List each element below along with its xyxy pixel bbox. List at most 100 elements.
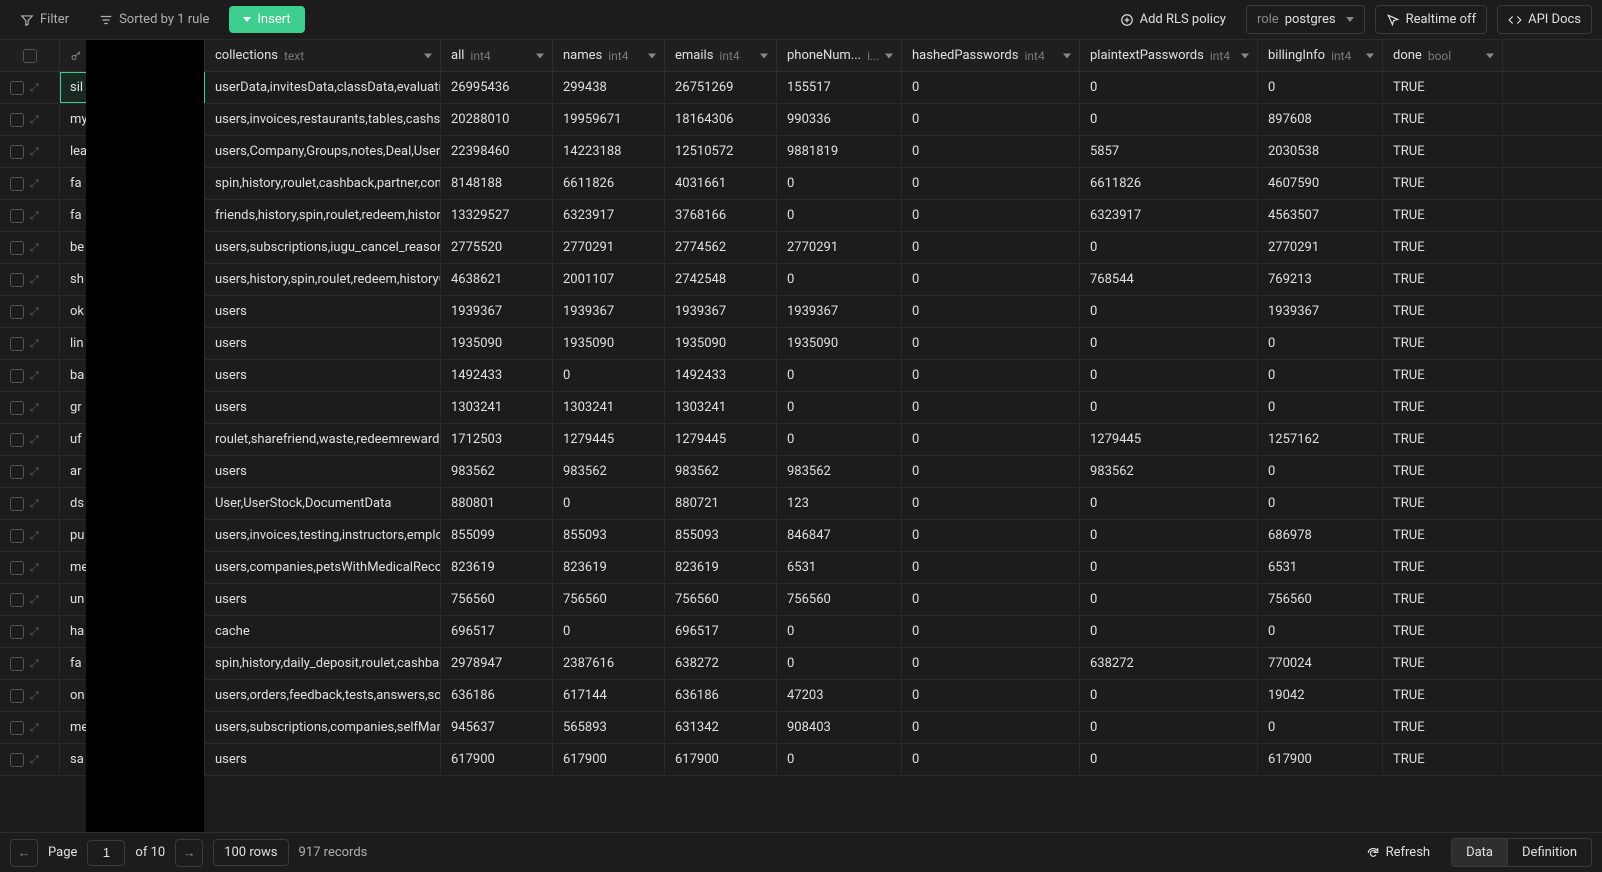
cell-phone[interactable]: 0 xyxy=(777,392,902,423)
cell-billing[interactable]: 897608 xyxy=(1258,104,1383,135)
cell-names[interactable]: 983562 xyxy=(553,456,665,487)
header-done[interactable]: donebool xyxy=(1383,40,1503,71)
cell-billing[interactable]: 2770291 xyxy=(1258,232,1383,263)
cell-plain[interactable]: 0 xyxy=(1080,744,1258,775)
cell-billing[interactable]: 1257162 xyxy=(1258,424,1383,455)
cell-hashed[interactable]: 0 xyxy=(902,488,1080,519)
row-checkbox[interactable]: ⤢ xyxy=(0,616,60,647)
cell-done[interactable]: TRUE xyxy=(1383,552,1503,583)
cell-done[interactable]: TRUE xyxy=(1383,72,1503,103)
prev-page-button[interactable]: ← xyxy=(10,839,38,867)
expand-icon[interactable]: ⤢ xyxy=(30,561,39,575)
cell-hashed[interactable]: 0 xyxy=(902,456,1080,487)
cell-billing[interactable]: 0 xyxy=(1258,456,1383,487)
table-row[interactable]: ⤢faspin,history,daily_deposit,roulet,cas… xyxy=(0,648,1602,680)
expand-icon[interactable]: ⤢ xyxy=(30,625,39,639)
cell-collections[interactable]: spin,history,roulet,cashback,partner,con… xyxy=(205,168,441,199)
row-checkbox[interactable]: ⤢ xyxy=(0,712,60,743)
expand-icon[interactable]: ⤢ xyxy=(30,305,39,319)
row-checkbox[interactable]: ⤢ xyxy=(0,744,60,775)
cell-collections[interactable]: users,invoices,testing,instructors,emplo… xyxy=(205,520,441,551)
cell-billing[interactable]: 4563507 xyxy=(1258,200,1383,231)
cell-all[interactable]: 1939367 xyxy=(441,296,553,327)
rows-per-page-button[interactable]: 100 rows xyxy=(213,839,288,866)
cell-done[interactable]: TRUE xyxy=(1383,488,1503,519)
cell-hashed[interactable]: 0 xyxy=(902,424,1080,455)
cell-phone[interactable]: 123 xyxy=(777,488,902,519)
row-checkbox[interactable]: ⤢ xyxy=(0,232,60,263)
expand-icon[interactable]: ⤢ xyxy=(30,689,39,703)
cell-phone[interactable]: 6531 xyxy=(777,552,902,583)
cell-all[interactable]: 8148188 xyxy=(441,168,553,199)
cell-hashed[interactable]: 0 xyxy=(902,712,1080,743)
cell-done[interactable]: TRUE xyxy=(1383,392,1503,423)
cell-billing[interactable]: 0 xyxy=(1258,72,1383,103)
expand-icon[interactable]: ⤢ xyxy=(30,209,39,223)
expand-icon[interactable]: ⤢ xyxy=(30,177,39,191)
row-checkbox[interactable]: ⤢ xyxy=(0,296,60,327)
cell-plain[interactable]: 0 xyxy=(1080,488,1258,519)
cell-hashed[interactable]: 0 xyxy=(902,584,1080,615)
cell-done[interactable]: TRUE xyxy=(1383,168,1503,199)
row-checkbox[interactable]: ⤢ xyxy=(0,104,60,135)
cell-phone[interactable]: 1939367 xyxy=(777,296,902,327)
cell-hashed[interactable]: 0 xyxy=(902,264,1080,295)
cell-names[interactable]: 0 xyxy=(553,360,665,391)
row-checkbox[interactable]: ⤢ xyxy=(0,488,60,519)
cell-emails[interactable]: 1303241 xyxy=(665,392,777,423)
cell-emails[interactable]: 880721 xyxy=(665,488,777,519)
row-checkbox[interactable]: ⤢ xyxy=(0,584,60,615)
cell-hashed[interactable]: 0 xyxy=(902,104,1080,135)
cell-all[interactable]: 2775520 xyxy=(441,232,553,263)
table-row[interactable]: ⤢leausers,Company,Groups,notes,Deal,User… xyxy=(0,136,1602,168)
cell-plain[interactable]: 0 xyxy=(1080,712,1258,743)
cell-all[interactable]: 13329527 xyxy=(441,200,553,231)
table-row[interactable]: ⤢dsUser,UserStock,DocumentData8808010880… xyxy=(0,488,1602,520)
cell-all[interactable]: 983562 xyxy=(441,456,553,487)
table-row[interactable]: ⤢faspin,history,roulet,cashback,partner,… xyxy=(0,168,1602,200)
cell-phone[interactable]: 0 xyxy=(777,616,902,647)
expand-icon[interactable]: ⤢ xyxy=(30,273,39,287)
cell-phone[interactable]: 0 xyxy=(777,744,902,775)
cell-hashed[interactable]: 0 xyxy=(902,232,1080,263)
row-checkbox[interactable]: ⤢ xyxy=(0,392,60,423)
row-checkbox[interactable]: ⤢ xyxy=(0,328,60,359)
cell-collections[interactable]: spin,history,daily_deposit,roulet,cashba… xyxy=(205,648,441,679)
table-row[interactable]: ⤢hacache69651706965170000TRUE xyxy=(0,616,1602,648)
cell-names[interactable]: 617900 xyxy=(553,744,665,775)
role-dropdown[interactable]: role postgres xyxy=(1246,5,1365,34)
header-collections[interactable]: collectionstext xyxy=(205,40,441,71)
table-row[interactable]: ⤢unusers75656075656075656075656000756560… xyxy=(0,584,1602,616)
row-checkbox[interactable]: ⤢ xyxy=(0,648,60,679)
cell-phone[interactable]: 1935090 xyxy=(777,328,902,359)
row-checkbox[interactable]: ⤢ xyxy=(0,168,60,199)
cell-names[interactable]: 565893 xyxy=(553,712,665,743)
cell-done[interactable]: TRUE xyxy=(1383,360,1503,391)
cell-plain[interactable]: 0 xyxy=(1080,584,1258,615)
row-checkbox[interactable]: ⤢ xyxy=(0,72,60,103)
cell-names[interactable]: 6323917 xyxy=(553,200,665,231)
api-docs-button[interactable]: API Docs xyxy=(1497,5,1592,34)
insert-button[interactable]: Insert xyxy=(229,6,304,33)
row-checkbox[interactable]: ⤢ xyxy=(0,264,60,295)
cell-collections[interactable]: users xyxy=(205,744,441,775)
cell-billing[interactable]: 769213 xyxy=(1258,264,1383,295)
cell-all[interactable]: 855099 xyxy=(441,520,553,551)
cell-phone[interactable]: 0 xyxy=(777,264,902,295)
cell-names[interactable]: 2387616 xyxy=(553,648,665,679)
header-plaintext[interactable]: plaintextPasswordsint4 xyxy=(1080,40,1258,71)
cell-names[interactable]: 617144 xyxy=(553,680,665,711)
cell-hashed[interactable]: 0 xyxy=(902,200,1080,231)
cell-hashed[interactable]: 0 xyxy=(902,296,1080,327)
cell-collections[interactable]: users xyxy=(205,296,441,327)
chevron-down-icon[interactable] xyxy=(1482,48,1494,63)
cell-done[interactable]: TRUE xyxy=(1383,424,1503,455)
cell-names[interactable]: 855093 xyxy=(553,520,665,551)
cell-plain[interactable]: 0 xyxy=(1080,232,1258,263)
cell-billing[interactable]: 2030538 xyxy=(1258,136,1383,167)
cell-phone[interactable]: 846847 xyxy=(777,520,902,551)
cell-emails[interactable]: 756560 xyxy=(665,584,777,615)
cell-all[interactable]: 880801 xyxy=(441,488,553,519)
cell-plain[interactable]: 6323917 xyxy=(1080,200,1258,231)
cell-hashed[interactable]: 0 xyxy=(902,616,1080,647)
